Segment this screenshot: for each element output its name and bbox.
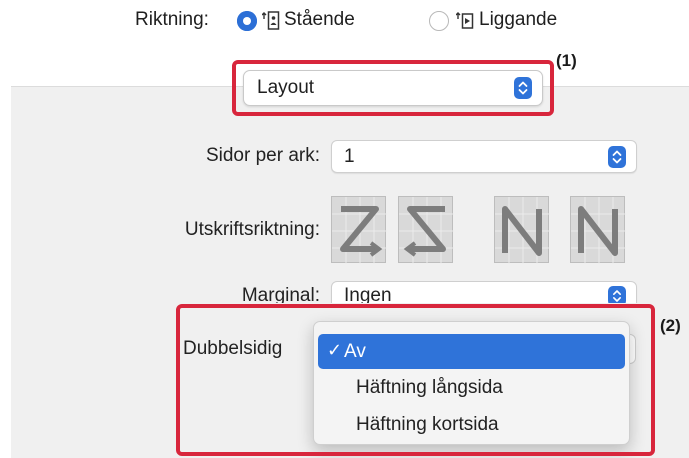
callout-label-1: (1) [556, 51, 577, 70]
orientation-label: Riktning: [135, 9, 209, 30]
landscape-radio[interactable] [429, 11, 449, 31]
portrait-icon [262, 11, 280, 30]
portrait-radio[interactable] [237, 11, 257, 31]
orientation-row: Riktning: Stående Liggande [0, 0, 689, 44]
pages-per-sheet-popup[interactable]: 1 [331, 140, 637, 173]
pages-per-sheet-value: 1 [344, 146, 355, 167]
direction-z-icon [332, 197, 387, 264]
layout-popup[interactable]: Layout [243, 70, 543, 106]
print-direction-n-option[interactable] [494, 196, 550, 264]
landscape-icon [456, 12, 474, 29]
direction-reverse-z-icon [399, 197, 454, 264]
direction-mirror-n-icon [571, 197, 626, 264]
direction-n-icon [495, 197, 550, 264]
layout-popup-stepper-icon [514, 77, 532, 99]
print-direction-label: Utskriftsriktning: [184, 219, 320, 240]
pages-per-sheet-label: Sidor per ark: [205, 145, 320, 166]
callout-box-2 [176, 304, 655, 456]
callout-label-2: (2) [660, 316, 681, 335]
print-direction-z-option[interactable] [331, 196, 387, 264]
portrait-label[interactable]: Stående [284, 9, 355, 31]
print-direction-reverse-z-option[interactable] [398, 196, 454, 264]
layout-popup-value: Layout [257, 77, 315, 98]
pages-per-sheet-stepper-icon [608, 146, 626, 168]
print-direction-mirror-n-option[interactable] [570, 196, 626, 264]
landscape-label[interactable]: Liggande [479, 9, 557, 31]
